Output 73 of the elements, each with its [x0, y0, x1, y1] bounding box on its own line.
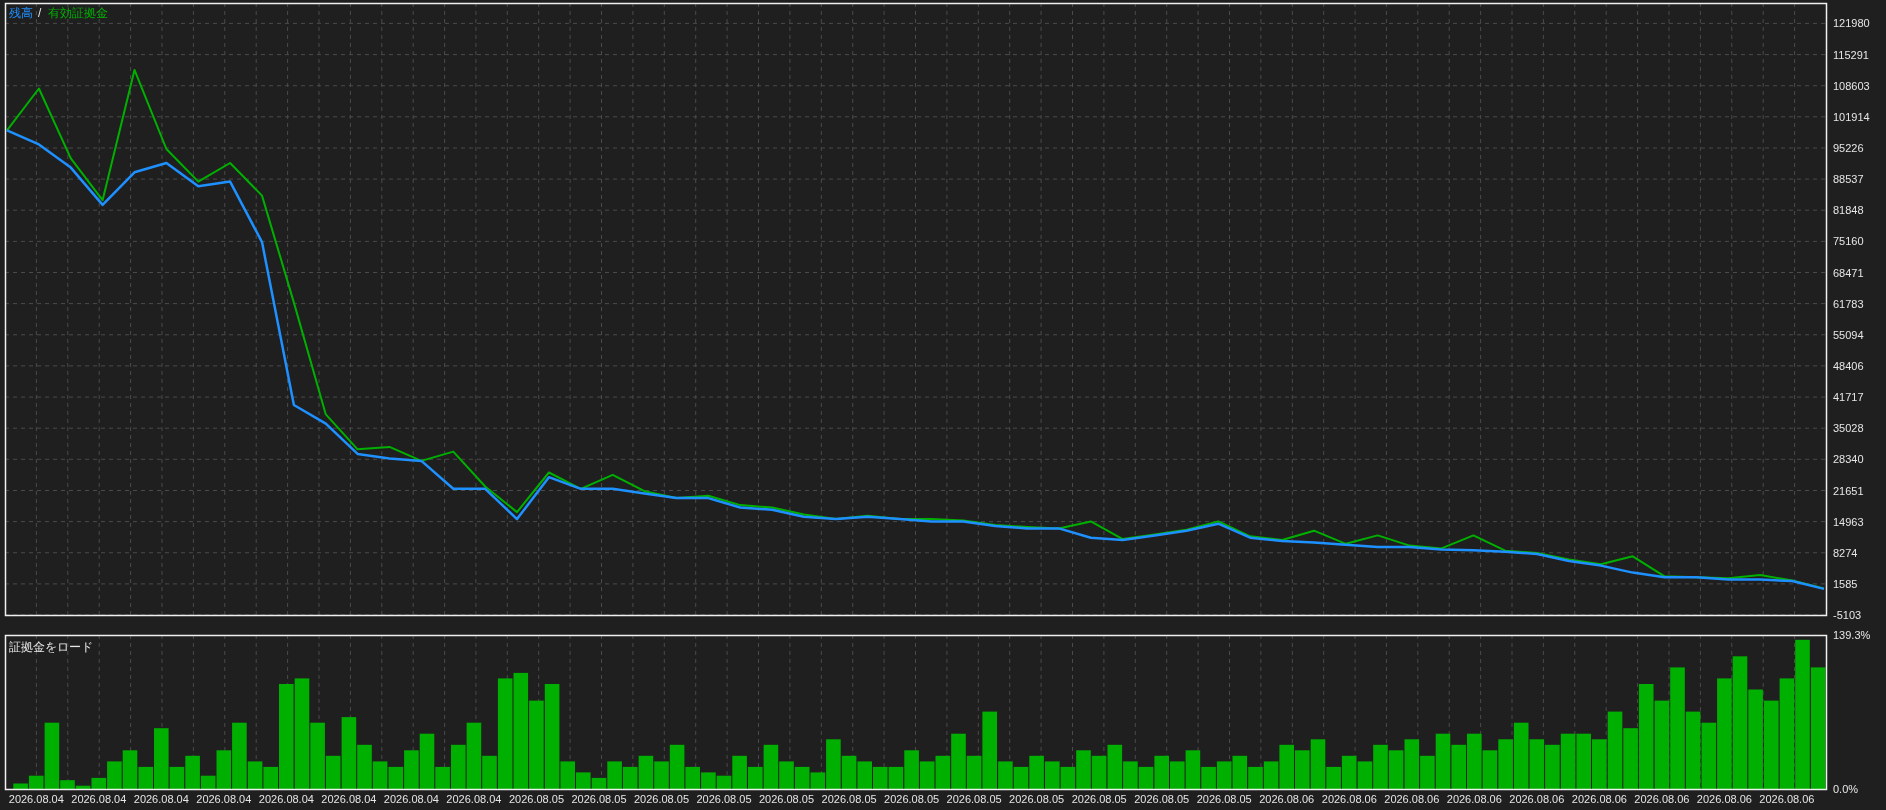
load-bar — [1513, 722, 1529, 789]
load-bar — [1451, 744, 1466, 789]
axis-label: 75160 — [1833, 235, 1864, 248]
axis-label: 2026.08.05 — [1134, 793, 1190, 805]
load-bar — [1170, 761, 1185, 789]
load-bar — [857, 761, 872, 789]
load-bar — [1545, 744, 1560, 789]
axis-label: 2026.08.04 — [133, 793, 189, 805]
axis-label: 2026.08.06 — [1759, 793, 1815, 805]
axis-label: 2026.08.05 — [633, 793, 690, 805]
axis-label: 2026.08.06 — [1321, 793, 1377, 805]
axis-label: 2026.08.05 — [1009, 793, 1065, 805]
axis-label: 41717 — [1833, 391, 1864, 404]
legend-label: 有効証拠金 — [48, 6, 108, 20]
load-bar — [1045, 761, 1060, 789]
axis-label: 1585 — [1833, 577, 1858, 590]
load-bar — [873, 766, 888, 789]
load-bar — [1498, 739, 1513, 789]
load-bar — [1216, 761, 1232, 789]
axis-label: 121980 — [1833, 17, 1870, 30]
load-bar — [794, 766, 810, 789]
axis-label: 2026.08.05 — [821, 793, 877, 805]
axis-label: 2026.08.06 — [1634, 793, 1690, 805]
axis-label: 2026.08.05 — [758, 793, 815, 805]
axis-label: 108603 — [1833, 79, 1870, 92]
axis-label: 2026.08.05 — [696, 793, 752, 805]
axis-label: 88537 — [1833, 173, 1864, 186]
axis-label: 2026.08.04 — [383, 793, 439, 805]
axis-label: 115291 — [1833, 48, 1869, 61]
axis-label: 61783 — [1833, 297, 1864, 310]
axis-label: 2026.08.06 — [1384, 793, 1440, 805]
axis-label: 68471 — [1833, 266, 1864, 279]
axis-label: 2026.08.06 — [1259, 793, 1315, 805]
axis-label: 2026.08.05 — [571, 793, 627, 805]
axis-label: 2026.08.04 — [8, 793, 64, 805]
axis-label: 2026.08.06 — [1696, 793, 1752, 805]
axis-label: 2026.08.04 — [258, 793, 314, 805]
axis-label: 139.3% — [1833, 629, 1871, 641]
load-bar — [919, 761, 935, 789]
axis-label: 2026.08.06 — [1509, 793, 1565, 805]
axis-label: 28340 — [1833, 453, 1864, 466]
load-bar — [1560, 733, 1576, 789]
axis-label: 81848 — [1833, 204, 1864, 217]
axis-label: 55094 — [1833, 328, 1864, 341]
load-bar — [1576, 733, 1591, 789]
axis-label: 101914 — [1833, 110, 1870, 123]
load-bar — [1529, 739, 1545, 789]
axis-label: 2026.08.05 — [1196, 793, 1252, 805]
axis-label: 2026.08.05 — [884, 793, 940, 805]
axis-label: 48406 — [1833, 359, 1864, 372]
axis-label: 2026.08.04 — [71, 793, 127, 805]
axis-label: 21651 — [1833, 484, 1864, 497]
axis-label: 2026.08.05 — [508, 793, 565, 805]
legend-label: 残高 — [9, 6, 33, 20]
axis-label: 2026.08.04 — [321, 793, 377, 805]
axis-label: 2026.08.05 — [1071, 793, 1127, 805]
axis-label: 2026.08.04 — [446, 793, 502, 805]
legend-separator: / — [38, 6, 42, 20]
load-bar — [701, 772, 716, 789]
axis-label: 35028 — [1833, 422, 1864, 435]
axis-label: 14963 — [1833, 515, 1864, 528]
axis-label: 0.0% — [1833, 783, 1859, 795]
load-bar — [1295, 750, 1310, 789]
panel-title: 証拠金をロード — [9, 640, 93, 654]
load-bar — [1388, 750, 1404, 789]
axis-label: -5103 — [1833, 609, 1862, 621]
axis-label: 2026.08.04 — [196, 793, 252, 805]
axis-label: 8274 — [1833, 546, 1858, 559]
axis-label: 95226 — [1833, 142, 1864, 154]
load-bar — [1091, 755, 1107, 789]
axis-label: 2026.08.06 — [1571, 793, 1627, 805]
axis-label: 2026.08.06 — [1446, 793, 1502, 805]
axis-label: 2026.08.05 — [946, 793, 1002, 805]
